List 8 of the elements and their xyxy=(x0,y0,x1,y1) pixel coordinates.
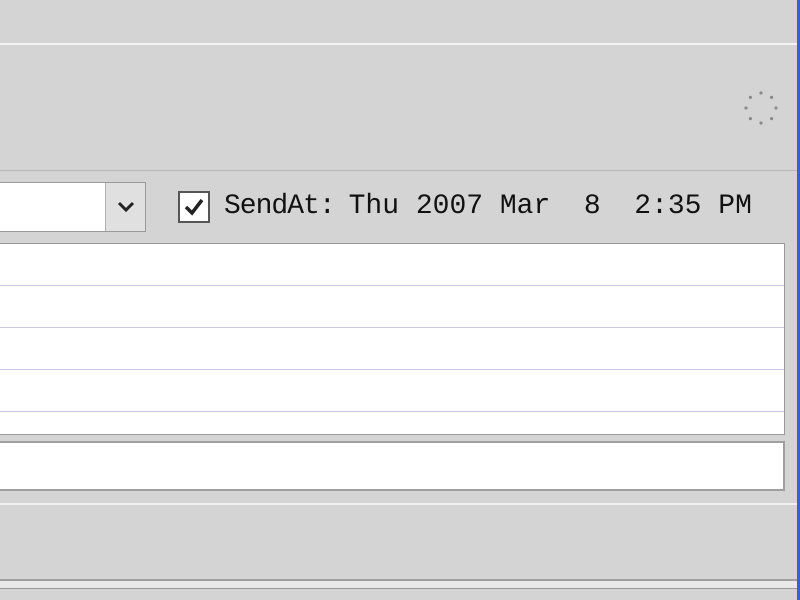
checkmark-icon xyxy=(183,197,205,217)
input-field[interactable] xyxy=(0,441,785,491)
send-at-label: SendAt: xyxy=(224,190,335,224)
caret-icon xyxy=(116,201,134,213)
checkbox[interactable] xyxy=(178,191,210,223)
send-at-datetime: Thu 2007 Mar 8 2:35 PM xyxy=(348,190,752,224)
dropdown-field[interactable] xyxy=(0,182,146,232)
loading-spinner-icon xyxy=(743,90,779,126)
